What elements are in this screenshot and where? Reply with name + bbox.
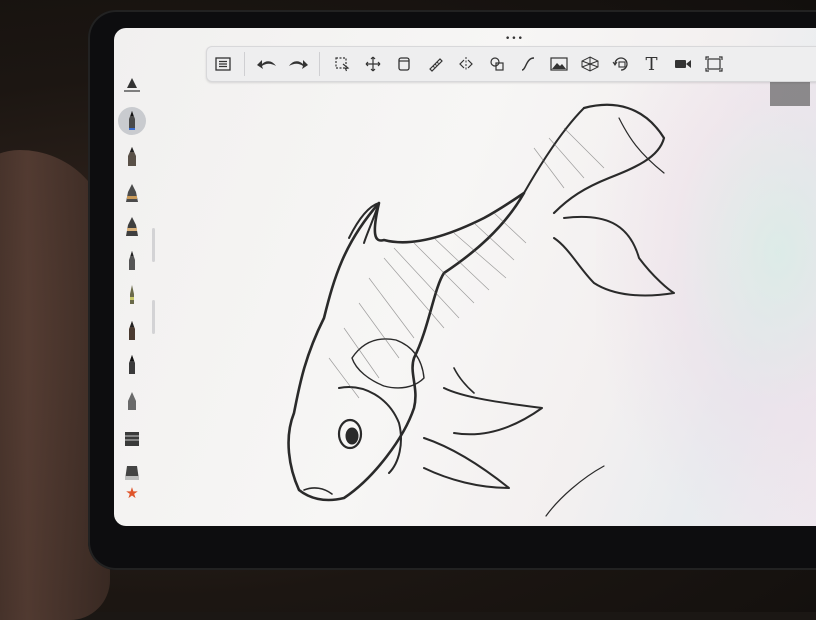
fineliner-brush-icon[interactable]: [123, 284, 141, 306]
toolbar-shadow: [770, 78, 810, 106]
canvas-rotate-icon[interactable]: [605, 49, 636, 79]
toolbar-divider: [244, 52, 245, 76]
transform-icon[interactable]: [357, 49, 388, 79]
text-tool-icon[interactable]: T: [636, 49, 667, 79]
video-record-icon[interactable]: [667, 49, 698, 79]
top-toolbar: T: [206, 46, 816, 82]
favorites-star-icon[interactable]: ★: [123, 482, 141, 502]
brush-size-slider-icon[interactable]: [123, 72, 141, 94]
curve-icon[interactable]: [512, 49, 543, 79]
marker-brush-icon[interactable]: [123, 146, 141, 168]
brush-pen-icon[interactable]: [123, 320, 141, 342]
toolbar-divider: [319, 52, 320, 76]
sidebar-scroll-indicator: [152, 300, 155, 334]
image-import-icon[interactable]: [543, 49, 574, 79]
layers-list-icon[interactable]: [207, 49, 238, 79]
calligraphy-brush-icon[interactable]: [123, 354, 141, 376]
shapes-icon[interactable]: [481, 49, 512, 79]
drawing-canvas[interactable]: •••: [114, 28, 816, 526]
fullscreen-icon[interactable]: [698, 49, 729, 79]
fish-sketch: [287, 103, 675, 517]
airbrush-icon[interactable]: [123, 216, 141, 238]
selection-icon[interactable]: [326, 49, 357, 79]
ruler-icon[interactable]: [419, 49, 450, 79]
flipbook-icon[interactable]: [388, 49, 419, 79]
toolbar-drag-handle[interactable]: •••: [505, 34, 524, 44]
eraser-icon[interactable]: [123, 460, 141, 482]
brush-sidebar: ★: [114, 70, 148, 510]
paintbrush-icon[interactable]: [123, 250, 141, 272]
paint-bucket-icon[interactable]: [123, 426, 141, 448]
soft-brush-icon[interactable]: [123, 390, 141, 412]
perspective-guide-icon[interactable]: [574, 49, 605, 79]
sidebar-scroll-indicator: [152, 228, 155, 262]
ink-brush-icon[interactable]: [123, 182, 141, 204]
redo-icon[interactable]: [282, 49, 313, 79]
symmetry-icon[interactable]: [450, 49, 481, 79]
pencil-brush-icon[interactable]: [123, 110, 141, 132]
undo-icon[interactable]: [251, 49, 282, 79]
